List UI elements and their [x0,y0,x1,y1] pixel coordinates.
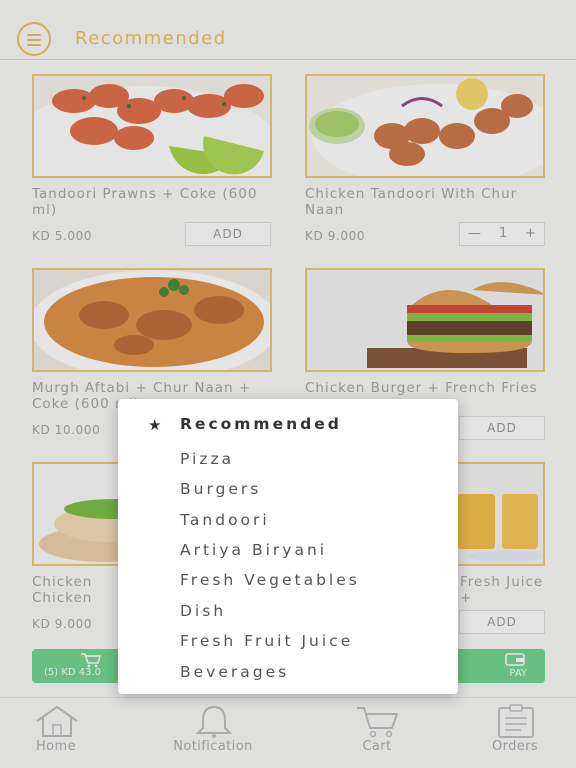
menu-item-beverages[interactable]: Beverages [180,663,289,681]
menu-item-artiya-biryani[interactable]: Artiya Biryani [180,541,327,559]
menu-item-dish[interactable]: Dish [180,602,226,620]
menu-item-pizza[interactable]: Pizza [180,450,234,468]
menu-item-recommended[interactable]: Recommended [180,415,342,433]
menu-item-burgers[interactable]: Burgers [180,480,261,498]
menu-item-tandoori[interactable]: Tandoori [180,511,270,529]
category-menu-popup: ★ Recommended Pizza Burgers Tandoori Art… [118,399,458,694]
star-icon: ★ [148,416,162,434]
menu-item-fresh-fruit-juice[interactable]: Fresh Fruit Juice [180,632,353,650]
menu-item-fresh-vegetables[interactable]: Fresh Vegetables [180,571,360,589]
